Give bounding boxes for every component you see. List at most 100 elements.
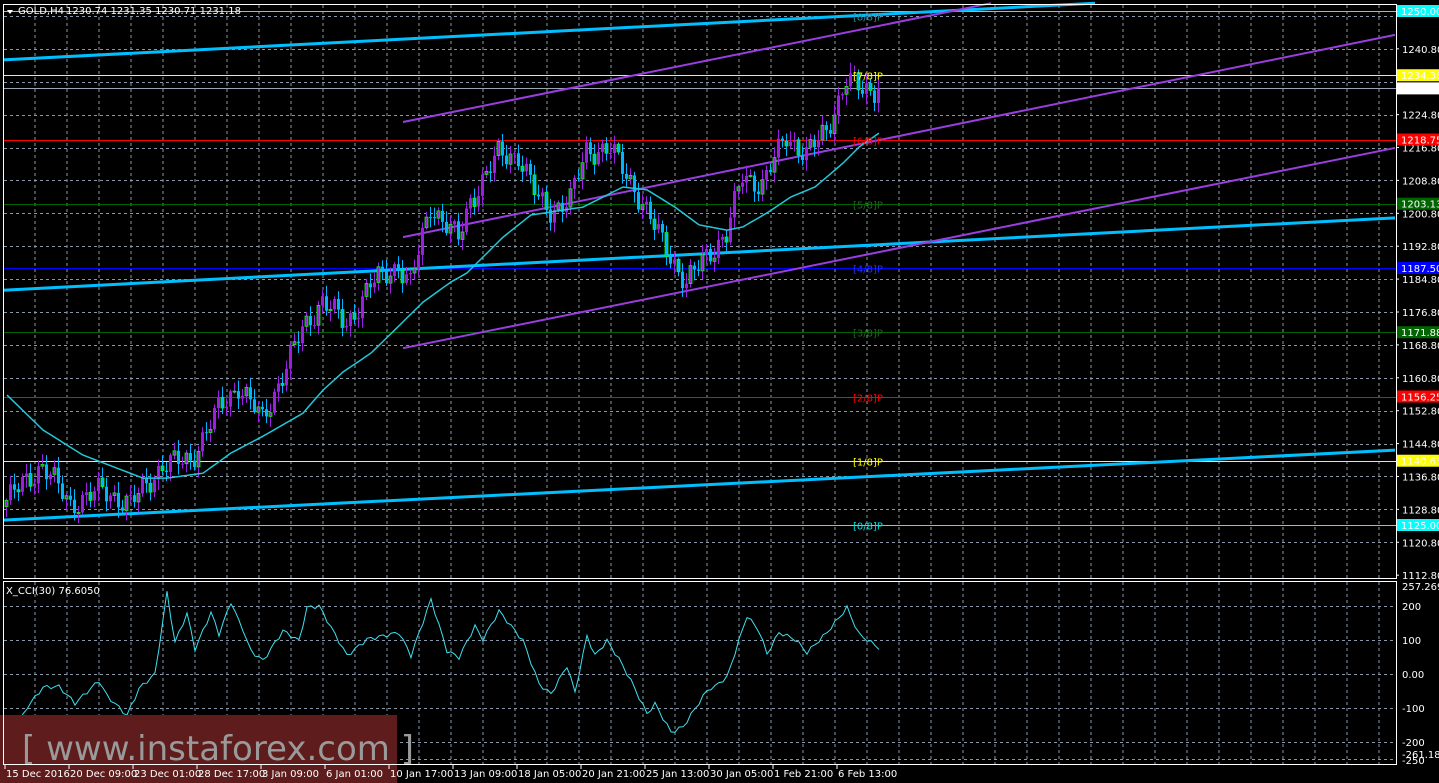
price-tick-label: 1152.80: [1402, 407, 1439, 418]
candle-body: [532, 174, 537, 196]
candle-body: [489, 171, 492, 173]
candle-body: [640, 204, 645, 210]
candle-body: [537, 194, 540, 197]
candle-body: [141, 478, 144, 494]
candle-body: [97, 477, 100, 492]
candle-body: [400, 270, 405, 284]
murrey-level-label: [2/8]P: [853, 394, 883, 405]
candle-body: [801, 155, 804, 161]
time-tick-label: 3 Jan 09:00: [262, 769, 319, 780]
candle-body: [316, 305, 321, 326]
candle-body: [148, 482, 153, 493]
candle-body: [412, 268, 417, 274]
candle-body: [81, 495, 84, 513]
candle-body: [789, 141, 792, 146]
candle-body: [181, 463, 184, 465]
candle-body: [117, 492, 120, 508]
candle-body: [580, 162, 585, 180]
candle-body: [649, 201, 652, 220]
candle-body: [297, 341, 300, 344]
candle-body: [777, 138, 780, 158]
candle: [213, 404, 216, 433]
candle-body: [376, 266, 381, 283]
cci-tick-label: 200: [1402, 602, 1421, 613]
level-price-label: 1250.00: [1401, 7, 1439, 18]
candle-body: [664, 232, 669, 257]
candle-body: [433, 217, 436, 219]
candle-body: [61, 483, 64, 499]
cci-tick-label: 0.00: [1402, 670, 1424, 681]
candle-body: [361, 296, 364, 319]
murrey-level-label: [4/8]P: [853, 265, 883, 276]
price-tick-label: 1112.80: [1402, 571, 1439, 582]
candle-body: [321, 296, 324, 306]
candle-body: [825, 125, 828, 131]
cci-tick-label: -250: [1402, 756, 1425, 767]
candle-body: [37, 466, 40, 484]
candle-body: [745, 175, 748, 183]
candle-body: [637, 192, 640, 210]
candle-body: [496, 140, 501, 156]
candle-body: [484, 171, 489, 175]
candle-body: [457, 221, 460, 240]
level-price-label: 1203.13: [1401, 200, 1439, 211]
candle-body: [369, 283, 372, 288]
price-tick-label: 1136.80: [1402, 472, 1439, 483]
candle-body: [709, 249, 712, 262]
background: [0, 0, 1439, 783]
candle-body: [261, 406, 264, 410]
candle-body: [601, 143, 604, 153]
murrey-level-label: [7/8]P: [853, 72, 883, 83]
candle-body: [577, 177, 580, 179]
candle-body: [397, 264, 400, 271]
candle-body: [33, 483, 36, 487]
chart-canvas[interactable]: [8/8]P [7/8]P [6/8]P [5/8]P [4/8]P [3/8]P [2/8…: [0, 0, 1439, 783]
candle-body: [364, 283, 369, 297]
candle: [273, 388, 276, 415]
candle-body: [700, 254, 705, 272]
candle-body: [717, 239, 720, 259]
candle-body: [285, 368, 288, 386]
candle-body: [844, 86, 849, 95]
candle-body: [573, 177, 576, 189]
candle-body: [213, 408, 216, 430]
candle-body: [40, 464, 45, 467]
murrey-level-label: [0/8]P: [853, 522, 883, 533]
candle-body: [676, 259, 681, 273]
candle-body: [205, 432, 208, 434]
watermark-text: [ www.instaforex.com ]: [22, 729, 414, 769]
candle-body: [405, 274, 408, 283]
candle-body: [220, 396, 225, 409]
level-price-label: 1156.25: [1401, 393, 1439, 404]
candle-body: [13, 484, 16, 490]
candle-body: [436, 210, 441, 219]
candle-body: [217, 397, 220, 409]
candle-body: [357, 318, 360, 320]
candle-body: [241, 395, 244, 399]
level-price-label: 1234.38: [1401, 71, 1439, 82]
candle-body: [736, 186, 741, 192]
candle-body: [313, 325, 316, 327]
candle-body: [616, 143, 621, 153]
time-tick-label: 15 Dec 2016: [6, 769, 70, 780]
candle-body: [112, 492, 117, 496]
candle-body: [232, 390, 237, 393]
candle-body: [208, 428, 213, 433]
candle-body: [453, 221, 456, 225]
candle-body: [328, 308, 333, 312]
candle-body: [652, 218, 657, 230]
candle-body: [153, 479, 156, 493]
candle-body: [417, 254, 420, 269]
level-price-label: 1218.75: [1401, 136, 1439, 147]
candle-body: [657, 224, 660, 230]
candle-body: [693, 265, 696, 270]
candle-body: [124, 495, 129, 512]
candle-body: [556, 202, 561, 211]
candle-body: [508, 153, 513, 165]
candle-body: [673, 259, 676, 264]
candle-body: [849, 73, 852, 87]
candle-body: [273, 391, 276, 413]
candle-body: [177, 450, 180, 464]
candle-body: [781, 138, 784, 142]
candle-body: [841, 94, 844, 96]
